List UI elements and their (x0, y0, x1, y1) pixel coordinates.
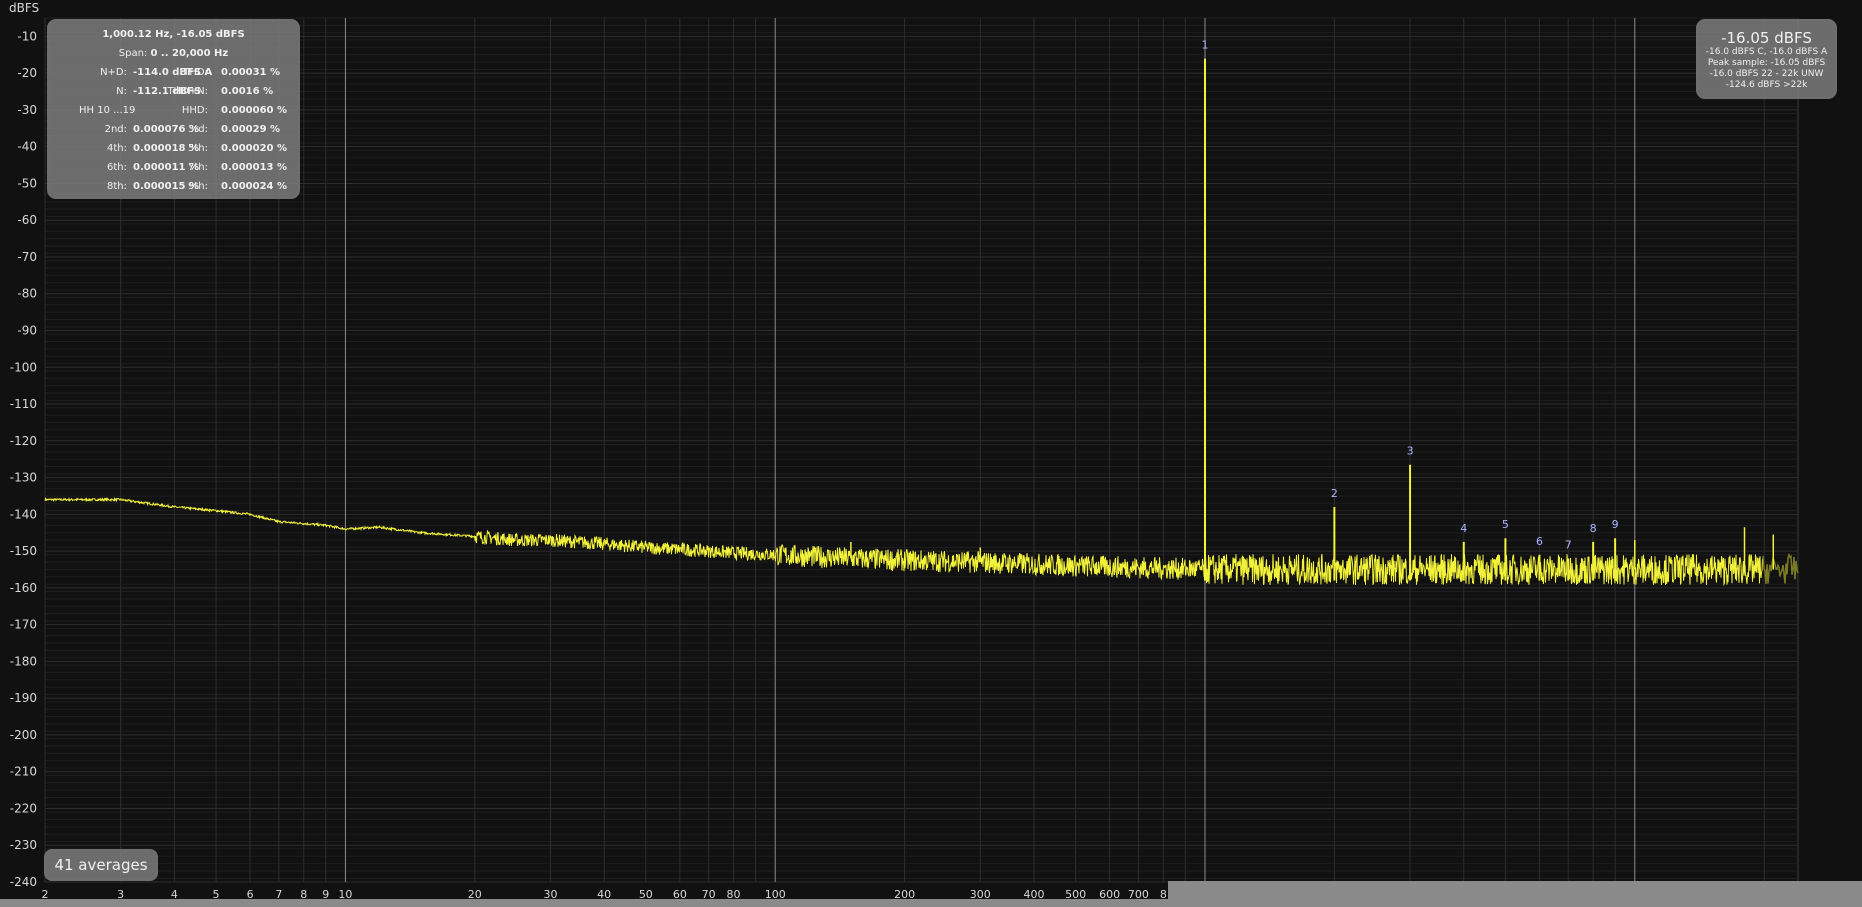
stats-label: N: (116, 86, 127, 97)
y-tick-label: -90 (17, 324, 37, 338)
stats-label: 9th: (188, 181, 208, 192)
stats-label: THD: (183, 67, 208, 78)
stats-label: 8th: (107, 181, 127, 192)
level-line-1: -16.0 dBFS C, -16.0 dBFS A (1705, 47, 1828, 57)
stats-label: HHD: (181, 105, 208, 116)
level-line-2: Peak sample: -16.05 dBFS (1707, 58, 1826, 68)
level-readout-panel[interactable]: -16.05 dBFS -16.0 dBFS C, -16.0 dBFS A P… (1696, 19, 1837, 99)
stats-label: 2nd: (104, 124, 127, 135)
y-tick-label: -140 (10, 507, 37, 521)
y-tick-label: -10 (17, 29, 37, 43)
stats-value: 0.000060 % (221, 105, 288, 116)
harmonic-label-7: 7 (1565, 538, 1572, 551)
stats-row: 4th: 0.000018 % 5th: 0.000020 % (49, 139, 298, 158)
status-bar (0, 899, 1862, 907)
y-tick-label: -210 (10, 765, 37, 779)
y-tick-label: -190 (10, 691, 37, 705)
y-tick-label: -70 (17, 250, 37, 264)
level-line-3: -16.0 dBFS 22 - 22k UNW (1709, 69, 1824, 79)
harmonic-label-1: 1 (1202, 39, 1209, 52)
y-tick-label: -180 (10, 654, 37, 668)
span-value: 0 .. 20,000 Hz (150, 48, 229, 59)
stats-value: 0.00029 % (221, 124, 281, 135)
y-tick-label: -100 (10, 360, 37, 374)
y-tick-label: -130 (10, 471, 37, 485)
stats-row: 6th: 0.000011 % 7th: 0.000013 % (49, 158, 298, 177)
stats-value: 0.000024 % (221, 181, 288, 192)
stats-label: 4th: (107, 143, 127, 154)
y-tick-label: -30 (17, 103, 37, 117)
stats-label: 5th: (188, 143, 208, 154)
y-tick-label: -40 (17, 140, 37, 154)
y-tick-label: -220 (10, 801, 37, 815)
harmonic-label-4: 4 (1460, 522, 1467, 535)
y-tick-label: -150 (10, 544, 37, 558)
stats-value: 0.0016 % (221, 86, 274, 97)
y-axis-title: dBFS (9, 1, 39, 15)
stats-label: 6th: (107, 162, 127, 173)
y-tick-label: -60 (17, 213, 37, 227)
averages-badge[interactable]: 41 averages (44, 849, 158, 881)
stats-label: THD+N: (167, 86, 208, 97)
y-tick-label: -110 (10, 397, 37, 411)
harmonic-label-5: 5 (1502, 518, 1509, 531)
measurement-stats-panel[interactable]: 1,000.12 Hz, -16.05 dBFS Span: 0 .. 20,0… (47, 19, 300, 199)
y-tick-label: -240 (10, 875, 37, 889)
stats-value: 0.00031 % (221, 67, 281, 78)
stats-row: 2nd: 0.000076 % 3rd: 0.00029 % (49, 120, 298, 139)
stats-label: HH 10 ...19 (79, 105, 136, 116)
stats-label: N+D: (100, 67, 127, 78)
y-tick-label: -170 (10, 618, 37, 632)
level-main-value: -16.05 dBFS (1721, 29, 1812, 47)
y-tick-label: -160 (10, 581, 37, 595)
stats-row: HH 10 ...19 HHD: 0.000060 % (49, 101, 298, 120)
level-line-4: -124.6 dBFS >22k (1725, 80, 1808, 90)
stats-label: 7th: (188, 162, 208, 173)
harmonic-label-9: 9 (1612, 518, 1619, 531)
spectrum-chart: dBFS -10 -20 -30 -40 -50 -60 -70 -80 -90 -100 -110 -… (0, 0, 1862, 907)
stats-row: N+D: -114.0 dBFS A THD: 0.00031 % (49, 63, 298, 82)
harmonic-label-6: 6 (1536, 535, 1543, 548)
y-tick-label: -80 (17, 287, 37, 301)
stats-value: 0.000013 % (221, 162, 288, 173)
span-readout: Span: 0 .. 20,000 Hz (49, 44, 298, 63)
stats-rows: N+D: -114.0 dBFS A THD: 0.00031 % N: -112.1 d… (49, 63, 298, 196)
harmonic-label-3: 3 (1407, 445, 1414, 458)
fundamental-readout: 1,000.12 Hz, -16.05 dBFS (102, 29, 245, 40)
stats-value: 0.000020 % (221, 143, 288, 154)
stats-row: 8th: 0.000015 % 9th: 0.000024 % (49, 177, 298, 196)
y-tick-label: -120 (10, 434, 37, 448)
y-tick-label: -200 (10, 728, 37, 742)
y-tick-label: -230 (10, 838, 37, 852)
y-tick-label: -50 (17, 176, 37, 190)
y-tick-label: -20 (17, 66, 37, 80)
stats-row: N: -112.1 dBFS THD+N: 0.0016 % (49, 82, 298, 101)
stats-label: 3rd: (187, 124, 208, 135)
harmonic-label-8: 8 (1590, 522, 1597, 535)
span-label: Span: (118, 48, 148, 59)
plot-area (44, 17, 1799, 883)
harmonic-label-2: 2 (1331, 487, 1338, 500)
